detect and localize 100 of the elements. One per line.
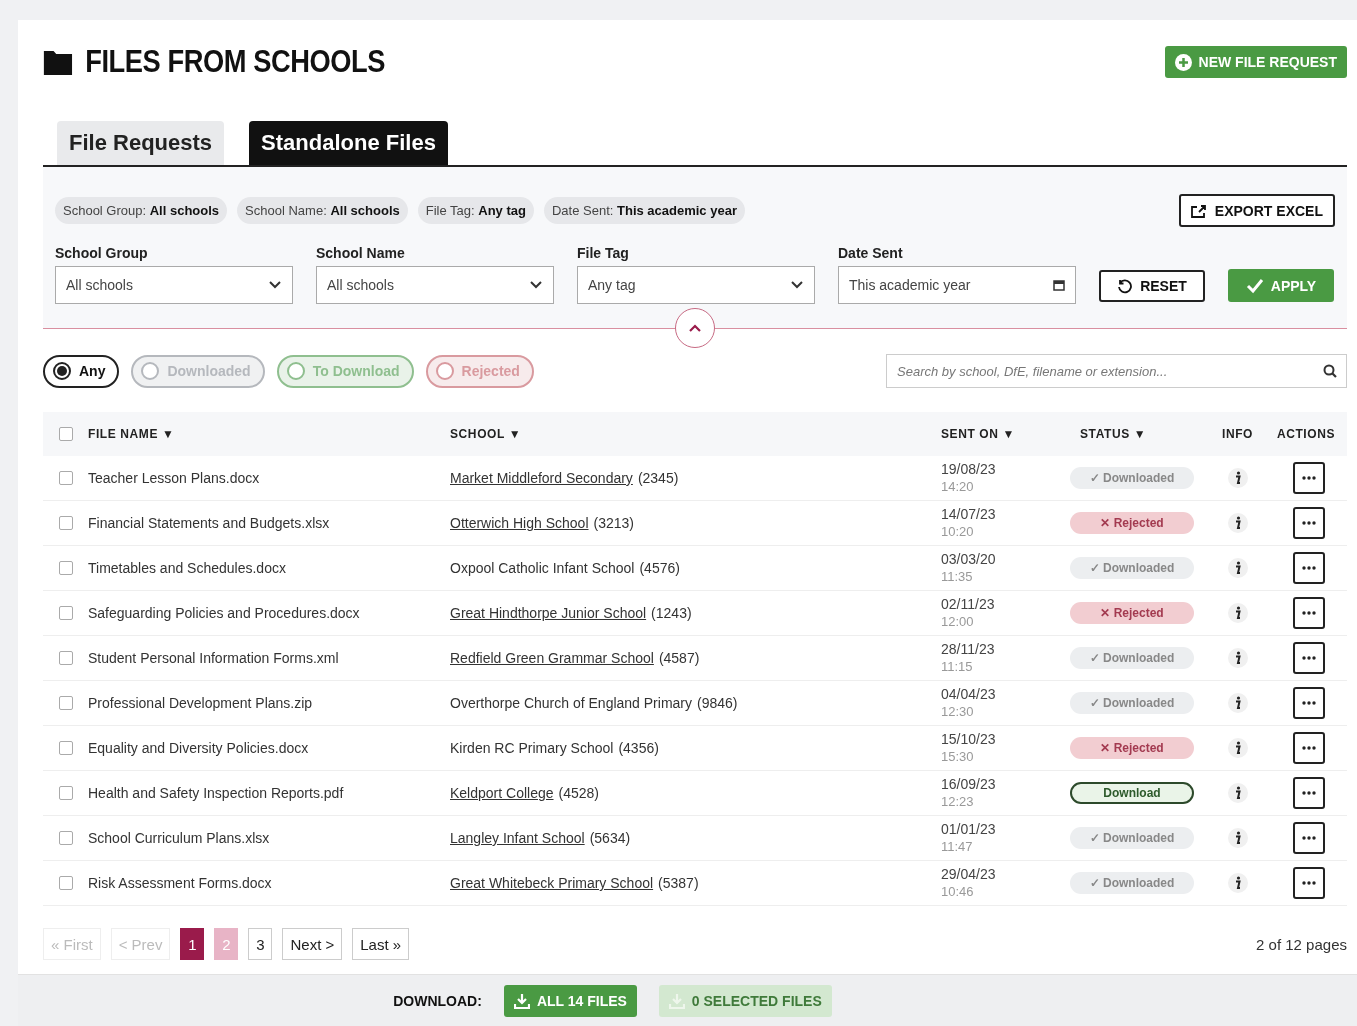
info-icon[interactable]	[1227, 468, 1248, 488]
status-filter-radio[interactable]: Any	[43, 354, 120, 388]
info-icon[interactable]	[1227, 873, 1248, 893]
sent-time: 11:47	[941, 838, 974, 856]
plus-circle-icon	[1174, 53, 1192, 71]
school-name: Kirden RC Primary School	[450, 740, 614, 756]
school-link[interactable]: Langley Infant School	[450, 830, 585, 846]
status-badge: ✓ Downloaded	[1070, 872, 1194, 894]
row-checkbox[interactable]	[59, 741, 73, 755]
field-label: Date Sent	[838, 245, 904, 261]
sent-time: 10:46	[941, 883, 975, 901]
date-field[interactable]: This academic year	[838, 266, 1076, 304]
more-actions-button[interactable]	[1293, 822, 1325, 854]
row-checkbox[interactable]	[59, 876, 73, 890]
row-checkbox[interactable]	[59, 696, 73, 710]
apply-button[interactable]: APPLY	[1228, 269, 1334, 302]
pagination-button[interactable]: Last »	[352, 928, 410, 960]
field-label: School Name	[316, 245, 406, 261]
ellipsis-icon	[1302, 566, 1316, 570]
row-checkbox[interactable]	[59, 471, 73, 485]
row-checkbox[interactable]	[59, 786, 73, 800]
info-icon[interactable]	[1227, 693, 1248, 713]
sent-date: 03/03/20	[941, 550, 997, 568]
select-field[interactable]: All schools	[316, 266, 554, 304]
more-actions-button[interactable]	[1293, 507, 1325, 539]
download-button[interactable]: Download	[1070, 782, 1194, 804]
row-checkbox[interactable]	[59, 561, 73, 575]
school-link[interactable]: Keldport College	[450, 785, 554, 801]
more-actions-button[interactable]	[1293, 732, 1325, 764]
search-icon[interactable]	[1323, 364, 1337, 378]
pagination-button[interactable]: 1	[180, 928, 205, 960]
status-badge: ✓ Downloaded	[1070, 467, 1194, 489]
column-header[interactable]: STATUS ▼	[1060, 427, 1210, 441]
ellipsis-icon	[1302, 656, 1316, 660]
school-code: (9846)	[697, 695, 738, 711]
check-icon	[1245, 277, 1264, 294]
ellipsis-icon	[1302, 881, 1316, 885]
school-code: (4528)	[558, 785, 599, 801]
download-files-button[interactable]: ALL 14 FILES	[503, 984, 637, 1017]
sent-date: 28/11/23	[941, 640, 996, 658]
reset-icon	[1117, 278, 1133, 294]
sent-date: 29/04/23	[941, 865, 997, 883]
column-header[interactable]: FILE NAME ▼	[88, 427, 450, 441]
pagination-button[interactable]: Next >	[282, 928, 343, 960]
status-badge: ✕ Rejected	[1070, 737, 1194, 759]
info-icon[interactable]	[1227, 558, 1248, 578]
file-name: Timetables and Schedules.docx	[88, 560, 287, 576]
info-icon[interactable]	[1227, 828, 1248, 848]
file-name: Student Personal Information Forms.xml	[88, 650, 340, 666]
ellipsis-icon	[1302, 701, 1316, 705]
sent-time: 12:30	[941, 703, 975, 721]
info-icon[interactable]	[1227, 603, 1248, 623]
school-link[interactable]: Otterwich High School	[450, 515, 589, 531]
search-field[interactable]: Search by school, DfE, filename or extension...	[886, 354, 1347, 388]
reset-button[interactable]: RESET	[1099, 270, 1205, 302]
column-header[interactable]: SCHOOL ▼	[450, 427, 933, 441]
row-checkbox[interactable]	[59, 831, 73, 845]
select-field[interactable]: Any tag	[577, 266, 815, 304]
column-header[interactable]: SENT ON ▼	[933, 427, 1060, 441]
export-icon	[1190, 203, 1207, 218]
more-actions-button[interactable]	[1293, 642, 1325, 674]
pagination-button[interactable]: 3	[248, 928, 273, 960]
more-actions-button[interactable]	[1293, 552, 1325, 584]
school-code: (5387)	[658, 875, 699, 891]
filter-chip: School Name: All schools	[237, 197, 408, 224]
more-actions-button[interactable]	[1293, 867, 1325, 899]
row-checkbox[interactable]	[59, 651, 73, 665]
more-actions-button[interactable]	[1293, 462, 1325, 494]
info-icon[interactable]	[1227, 738, 1248, 758]
row-checkbox[interactable]	[59, 516, 73, 530]
tab[interactable]: Standalone Files	[249, 121, 448, 165]
ellipsis-icon	[1302, 746, 1316, 750]
collapse-button[interactable]	[675, 308, 715, 348]
school-code: (3213)	[593, 515, 634, 531]
file-name: Professional Development Plans.zip	[88, 695, 314, 711]
field-label: File Tag	[577, 245, 630, 261]
select-field[interactable]: All schools	[55, 266, 293, 304]
school-link[interactable]: Redfield Green Grammar School	[450, 650, 654, 666]
sent-time: 12:23	[941, 793, 975, 811]
info-icon[interactable]	[1227, 513, 1248, 533]
download-label: DOWNLOAD:	[393, 992, 482, 1009]
more-actions-button[interactable]	[1293, 777, 1325, 809]
school-name: Overthorpe Church of England Primary	[450, 695, 692, 711]
status-badge: ✓ Downloaded	[1070, 557, 1194, 579]
info-icon[interactable]	[1227, 783, 1248, 803]
school-link[interactable]: Great Hindthorpe Junior School	[450, 605, 647, 621]
select-all-checkbox[interactable]	[59, 427, 73, 441]
more-actions-button[interactable]	[1293, 597, 1325, 629]
new-file-request-button[interactable]: NEW FILE REQUEST	[1164, 46, 1347, 78]
export-excel-button[interactable]: EXPORT EXCEL	[1178, 194, 1335, 227]
school-link[interactable]: Great Whitebeck Primary School	[450, 875, 654, 891]
ellipsis-icon	[1302, 611, 1316, 615]
more-actions-button[interactable]	[1293, 687, 1325, 719]
info-icon[interactable]	[1227, 648, 1248, 668]
school-link[interactable]: Market Middleford Secondary	[450, 470, 633, 486]
file-name: Safeguarding Policies and Procedures.docx	[88, 605, 361, 621]
school-code: (4587)	[658, 650, 700, 666]
tab[interactable]: File Requests	[57, 121, 225, 165]
row-checkbox[interactable]	[59, 606, 73, 620]
ellipsis-icon	[1302, 476, 1316, 480]
